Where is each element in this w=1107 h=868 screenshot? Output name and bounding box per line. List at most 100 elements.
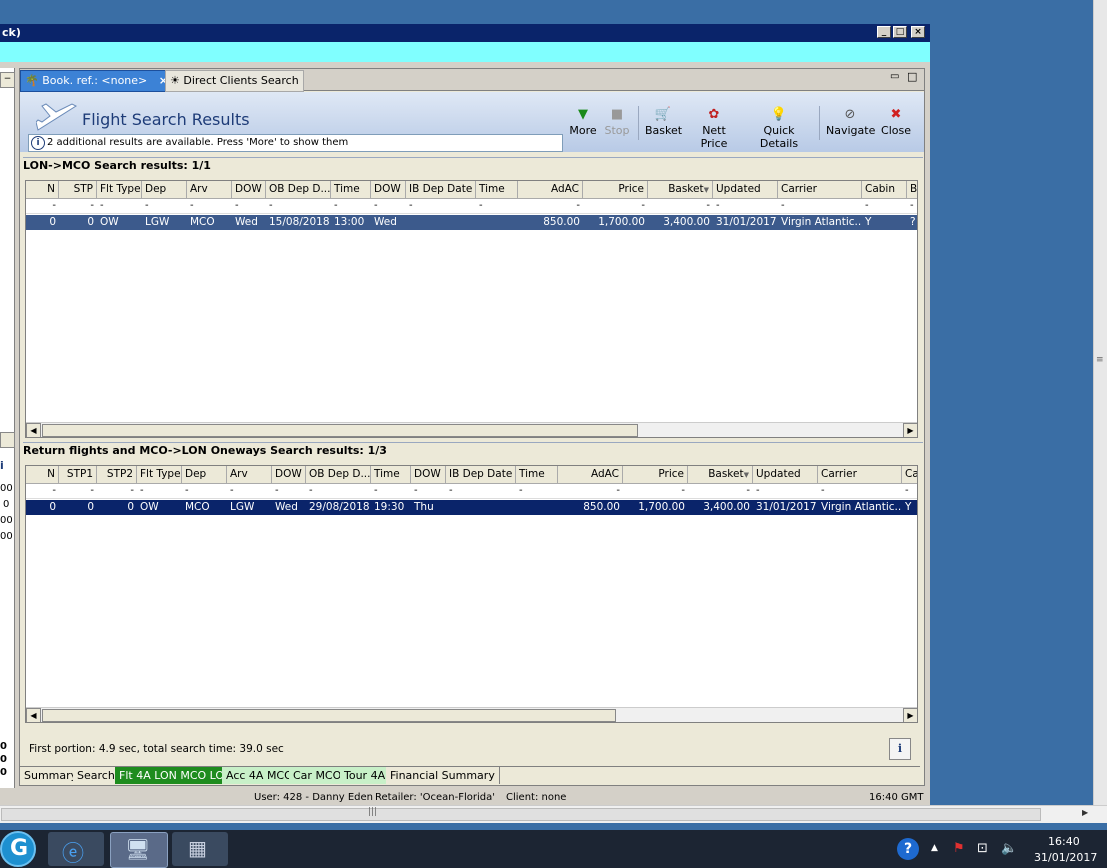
left-panel-restore-icon[interactable] <box>0 432 15 448</box>
col-header[interactable]: N <box>26 466 59 483</box>
taskbar-calculator[interactable]: ▦ <box>172 832 228 866</box>
col-header[interactable]: AdAC <box>558 466 623 483</box>
col-header[interactable]: Time <box>371 466 411 483</box>
grid1-horizontal-scrollbar[interactable]: ◀ ▶ <box>26 422 917 437</box>
network-icon[interactable]: ⊡ <box>977 841 988 856</box>
scrollbar-thumb[interactable] <box>42 709 616 722</box>
col-header-sorted[interactable]: Basket▼ <box>688 466 753 483</box>
lightbulb-icon: 💡 <box>770 107 788 122</box>
grid2-filter-row[interactable]: - - - - - - - - - - - - - - - - - - <box>26 484 917 499</box>
stop-button[interactable]: ■ Stop <box>603 106 631 137</box>
col-header[interactable]: Carrier <box>818 466 902 483</box>
panel-minimize-icon[interactable]: ▭ <box>890 71 899 82</box>
scrollbar-thumb[interactable] <box>42 424 638 437</box>
basket-button[interactable]: 🛒 Basket <box>645 106 682 137</box>
clock-date[interactable]: 31/01/2017 <box>1034 851 1097 864</box>
clock-time[interactable]: 16:40 <box>1048 835 1080 848</box>
scroll-left-icon[interactable]: ◀ <box>26 708 41 722</box>
col-header[interactable]: Time <box>516 466 558 483</box>
bottom-tab-accommodation[interactable]: Acc 4A MCO <box>222 767 298 784</box>
col-header[interactable]: DOW <box>232 181 266 198</box>
navigate-button[interactable]: ⊘ Navigate <box>826 106 875 137</box>
taskbar-remote-desktop[interactable]: 🖥 <box>110 832 168 868</box>
start-button[interactable]: G <box>0 831 36 867</box>
col-header[interactable]: Ca <box>902 466 917 483</box>
col-header[interactable]: Flt Type <box>97 181 142 198</box>
table-row[interactable]: 0 0 OW LGW MCO Wed 15/08/2018 13:00 Wed … <box>26 215 917 230</box>
col-header[interactable]: Carrier <box>778 181 862 198</box>
info-button[interactable]: i <box>889 738 911 760</box>
bottom-tab-search[interactable]: Search <box>73 767 120 784</box>
desktop-horizontal-scrollbar[interactable]: ||| ▶ <box>0 805 1107 823</box>
tab-booking-ref[interactable]: 🌴 Book. ref.: <none> × <box>20 70 173 92</box>
bottom-tab-tour[interactable]: Tour 4A <box>340 767 391 784</box>
col-header[interactable]: STP <box>59 181 97 198</box>
tab-bar: 🌴 Book. ref.: <none> × ☀ Direct Clients … <box>20 69 924 92</box>
action-center-icon[interactable]: ⚑ <box>953 841 965 856</box>
volume-icon[interactable]: 🔈 <box>1001 841 1017 856</box>
nett-price-button[interactable]: ✿ Nett Price <box>688 106 740 150</box>
close-window-button[interactable]: × <box>911 26 925 38</box>
stop-icon: ■ <box>610 107 624 122</box>
scroll-right-icon[interactable]: ▶ <box>903 708 917 722</box>
col-header[interactable]: Dep <box>182 466 227 483</box>
col-header[interactable]: IB Dep Date <box>406 181 476 198</box>
help-icon[interactable]: ? <box>897 838 919 860</box>
col-header[interactable]: Dep <box>142 181 187 198</box>
left-panel-minimize-icon[interactable]: − <box>0 72 15 88</box>
tab-direct-clients-search[interactable]: ☀ Direct Clients Search <box>165 70 304 92</box>
remote-desktop-icon: 🖥 <box>125 837 151 861</box>
grid1-header: N STP Flt Type Dep Arv DOW OB Dep D... T… <box>26 181 917 199</box>
quick-details-button[interactable]: 💡 Quick Details <box>746 106 812 150</box>
window-title-bar[interactable]: ck) _ □ × <box>0 24 930 42</box>
col-header[interactable]: Flt Type <box>137 466 182 483</box>
grid2-horizontal-scrollbar[interactable]: ◀ ▶ <box>26 707 917 722</box>
col-header[interactable]: STP2 <box>97 466 137 483</box>
panel-maximize-icon[interactable]: □ <box>907 70 917 83</box>
grid1-filter-row[interactable]: - - - - - - - - - - - - - - - - - - <box>26 199 917 214</box>
col-header[interactable]: Updated <box>713 181 778 198</box>
col-header[interactable]: DOW <box>371 181 406 198</box>
col-header[interactable]: Arv <box>187 181 232 198</box>
col-header[interactable]: OB Dep D... <box>266 181 331 198</box>
col-header-sorted[interactable]: Basket▼ <box>648 181 713 198</box>
col-header[interactable]: DOW <box>272 466 306 483</box>
tray-expand-icon[interactable]: ▲ <box>931 843 938 853</box>
bottom-tab-flight[interactable]: Flt 4A LON MCO LON <box>115 767 238 784</box>
table-row[interactable]: 0 0 0 OW MCO LGW Wed 29/08/2018 19:30 Th… <box>26 500 917 515</box>
taskbar-browser[interactable]: ⓔ <box>48 832 104 867</box>
sort-desc-icon: ▼ <box>743 471 749 479</box>
col-header[interactable]: Cabin <box>862 181 907 198</box>
scrollbar-thumb[interactable] <box>1 808 1041 821</box>
scroll-left-icon[interactable]: ◀ <box>26 423 41 437</box>
status-bar: User: 428 - Danny Eden Retailer: 'Ocean-… <box>20 790 925 806</box>
return-results-grid: N STP1 STP2 Flt Type Dep Arv DOW OB Dep … <box>25 465 918 723</box>
airplane-icon <box>35 100 78 134</box>
col-header[interactable]: IB Dep Date <box>446 466 516 483</box>
col-header[interactable]: AdAC <box>518 181 583 198</box>
col-header[interactable]: Updated <box>753 466 818 483</box>
maximize-button[interactable]: □ <box>893 26 907 38</box>
bottom-tab-financial-summary[interactable]: Financial Summary <box>386 767 500 784</box>
col-header[interactable]: Price <box>623 466 688 483</box>
more-button[interactable]: ▼ More <box>568 106 598 137</box>
scroll-right-icon[interactable]: ▶ <box>903 423 917 437</box>
bottom-tab-car[interactable]: Car MCO <box>289 767 347 784</box>
col-header[interactable]: Price <box>583 181 648 198</box>
col-header[interactable]: DOW <box>411 466 446 483</box>
search-timing: First portion: 4.9 sec, total search tim… <box>29 743 284 755</box>
col-header[interactable]: Arv <box>227 466 272 483</box>
minimize-button[interactable]: _ <box>877 26 891 38</box>
toolbar-separator <box>819 106 820 140</box>
scroll-right-icon[interactable]: ▶ <box>1082 808 1088 817</box>
col-header[interactable]: STP1 <box>59 466 97 483</box>
col-header[interactable]: Time <box>331 181 371 198</box>
col-header[interactable]: Time <box>476 181 518 198</box>
col-header[interactable]: B <box>907 181 917 198</box>
desktop-vertical-scrollbar[interactable]: ≡ <box>1093 0 1107 805</box>
col-header[interactable]: OB Dep D... <box>306 466 371 483</box>
close-button[interactable]: ✖ Close <box>880 106 912 137</box>
close-icon: ✖ <box>890 107 902 122</box>
col-header[interactable]: N <box>26 181 59 198</box>
navigate-icon: ⊘ <box>844 107 856 122</box>
